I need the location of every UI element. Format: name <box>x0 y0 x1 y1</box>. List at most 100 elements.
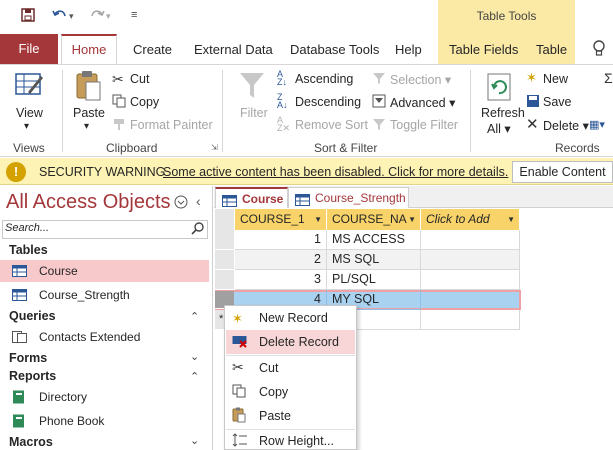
tab-home[interactable]: Home <box>61 34 117 65</box>
table-cell[interactable] <box>421 250 520 270</box>
totals-icon[interactable]: Σ <box>604 70 613 86</box>
doc-tab-label: Course <box>242 192 284 206</box>
redo-icon[interactable] <box>89 8 105 25</box>
nav-menu-chevron-icon[interactable] <box>174 195 188 212</box>
nav-item-phone-book[interactable] <box>0 410 209 432</box>
security-warning-message[interactable]: Some active content has been disabled. C… <box>163 165 508 179</box>
column-header-course-name[interactable]: COURSE_NA ▼ <box>327 209 421 230</box>
delete-button[interactable]: Delete ▾ <box>543 118 589 133</box>
table-cell[interactable]: MS ACCESS <box>327 230 421 250</box>
cut-icon: ✂ <box>232 359 244 375</box>
tab-help[interactable]: Help <box>395 42 422 57</box>
menu-item-label: Row Height... <box>259 434 335 448</box>
filter-button[interactable]: Filter <box>240 106 268 120</box>
chevron-down-icon[interactable]: ▼ <box>408 209 416 230</box>
report-icon <box>12 414 27 428</box>
select-all-corner[interactable] <box>215 209 234 230</box>
column-header-course-id[interactable]: COURSE_1 ▼ <box>235 209 327 230</box>
nav-section-macros[interactable]: Macros <box>9 435 53 449</box>
advanced-icon <box>372 94 386 111</box>
column-header-click-to-add[interactable]: Click to Add ▼ <box>421 209 520 230</box>
format-painter-button[interactable]: Format Painter <box>130 118 213 132</box>
row-selector[interactable] <box>215 270 234 290</box>
nav-item-directory[interactable] <box>0 386 209 408</box>
collapse-pane-icon[interactable]: ‹ <box>196 193 201 209</box>
nav-item-course[interactable] <box>0 260 209 282</box>
descending-icon: Z A↓ <box>277 92 288 110</box>
paste-button[interactable]: Paste <box>73 106 105 120</box>
undo-dropdown-icon[interactable]: ▾ <box>69 11 74 22</box>
search-icon[interactable] <box>191 221 205 238</box>
chevron-down-icon[interactable]: ⌄ <box>190 350 199 363</box>
advanced-label: Advanced <box>390 96 446 110</box>
refresh-button[interactable]: Refresh <box>481 106 525 120</box>
ascending-button[interactable]: Ascending <box>295 72 353 86</box>
tab-create[interactable]: Create <box>133 42 172 57</box>
save-button[interactable]: Save <box>543 95 572 109</box>
tab-table[interactable]: Table <box>536 42 567 57</box>
undo-icon[interactable] <box>52 8 68 25</box>
table-cell[interactable]: MS SQL <box>327 250 421 270</box>
row-selector[interactable] <box>215 230 234 250</box>
tab-table-fields[interactable]: Table Fields <box>449 42 518 57</box>
customize-icon[interactable]: ≡ <box>131 9 137 21</box>
nav-section-tables[interactable]: Tables <box>9 243 48 257</box>
copy-icon[interactable] <box>112 94 126 111</box>
nav-item-label: Contacts Extended <box>39 330 141 344</box>
table-cell[interactable] <box>421 270 520 290</box>
chevron-down-icon[interactable]: ▼ <box>507 209 515 230</box>
nav-pane-title[interactable]: All Access Objects <box>6 191 171 214</box>
divider <box>62 70 63 152</box>
lightbulb-icon[interactable] <box>592 40 606 61</box>
more-records-icon[interactable]: ▦▾ <box>589 118 605 131</box>
table-cell[interactable]: 2 <box>235 250 327 270</box>
enable-content-button[interactable]: Enable Content <box>512 161 613 183</box>
view-button[interactable]: View <box>16 106 43 120</box>
view-dropdown-icon[interactable]: ▾ <box>24 121 29 132</box>
paste-dropdown-icon[interactable]: ▾ <box>84 121 89 132</box>
table-cell[interactable] <box>421 230 520 250</box>
table-cell[interactable]: 1 <box>235 230 327 250</box>
table-cell[interactable]: PL/SQL <box>327 270 421 290</box>
doc-tab-course-strength[interactable]: Course_Strength <box>288 187 409 208</box>
delete-icon: ✕ <box>526 116 539 133</box>
tab-file[interactable]: File <box>0 34 58 64</box>
toggle-filter-button[interactable]: Toggle Filter <box>390 118 458 132</box>
cut-icon[interactable]: ✂ <box>112 71 124 88</box>
copy-button[interactable]: Copy <box>130 95 159 109</box>
ascending-icon: A Z↓ <box>277 69 287 87</box>
chevron-up-icon[interactable]: ⌃ <box>190 370 199 383</box>
tab-external-data[interactable]: External Data <box>194 42 273 57</box>
nav-section-queries[interactable]: Queries <box>9 309 56 323</box>
refresh-icon[interactable] <box>486 72 514 105</box>
new-record-ribbon-icon: ✶ <box>526 70 537 85</box>
new-button[interactable]: New <box>543 72 568 86</box>
chevron-up-icon[interactable]: ⌃ <box>190 310 199 323</box>
remove-sort-button[interactable]: Remove Sort <box>295 118 368 132</box>
refresh-all-label[interactable]: All ▾ <box>487 121 511 136</box>
menu-item-cut[interactable] <box>226 356 355 380</box>
descending-button[interactable]: Descending <box>295 95 361 109</box>
records-group-label: Records <box>555 141 600 155</box>
advanced-button[interactable]: Advanced ▾ <box>390 95 455 110</box>
table-cell[interactable] <box>421 310 520 330</box>
row-selector[interactable] <box>215 250 234 270</box>
doc-tab-course[interactable]: Course <box>215 187 288 208</box>
chevron-down-icon[interactable]: ▼ <box>314 209 322 230</box>
nav-section-reports[interactable]: Reports <box>9 369 56 383</box>
selection-button[interactable]: Selection ▾ <box>390 72 451 87</box>
cut-button[interactable]: Cut <box>130 72 149 86</box>
view-icon[interactable] <box>14 70 44 103</box>
tab-database-tools[interactable]: Database Tools <box>290 42 379 57</box>
table-cell[interactable]: 3 <box>235 270 327 290</box>
clipboard-launcher-icon[interactable]: ⇲ <box>211 143 218 152</box>
chevron-down-icon[interactable]: ⌄ <box>190 434 199 447</box>
nav-section-forms[interactable]: Forms <box>9 351 47 365</box>
menu-item-label: Delete Record <box>259 335 339 349</box>
redo-dropdown-icon[interactable]: ▾ <box>106 11 111 22</box>
paste-icon[interactable] <box>74 70 102 105</box>
save-icon[interactable] <box>21 8 35 25</box>
clipboard-group-label: Clipboard <box>106 141 158 155</box>
paste-icon <box>232 407 246 426</box>
nav-search-placeholder: Search... <box>5 222 50 234</box>
